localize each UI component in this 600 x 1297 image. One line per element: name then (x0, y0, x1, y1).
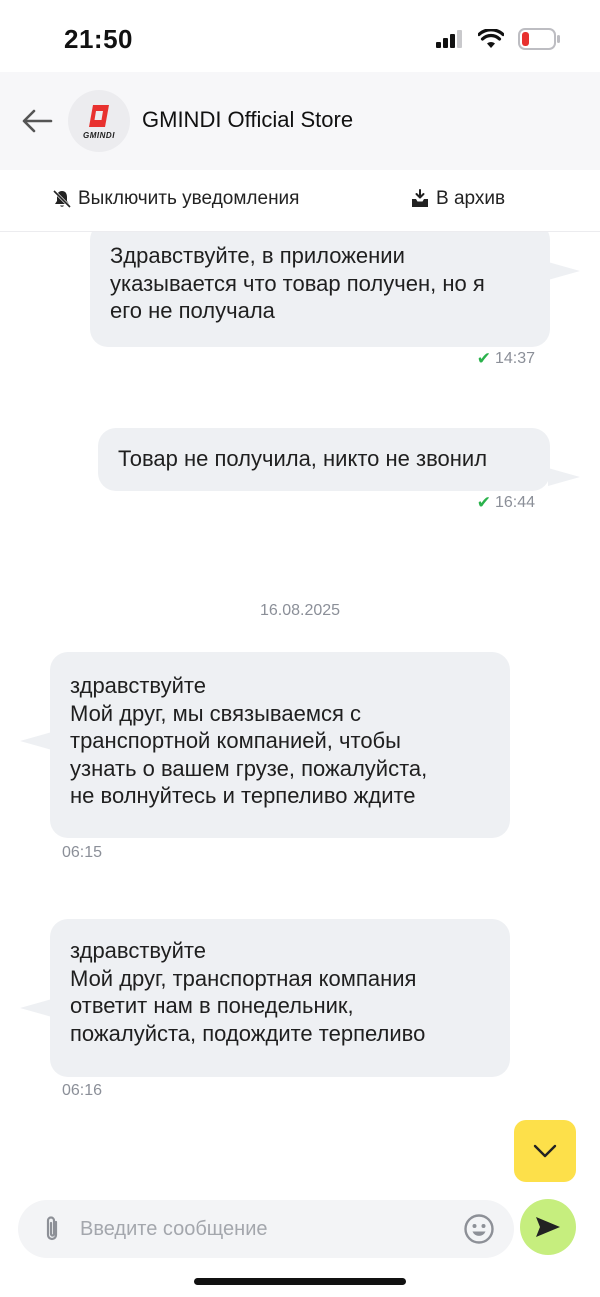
archive-label: В архив (436, 188, 506, 209)
message-bubble-incoming[interactable]: здравствуйте Мой друг, транспортная комп… (20, 919, 510, 1077)
mute-notifications-label: Выключить уведомления (78, 188, 300, 209)
chat-header: GMINDI GMINDI Official Store (0, 72, 600, 170)
chat-title[interactable]: GMINDI Official Store (142, 107, 353, 133)
message-text-line: указывается что товар получен, но я (110, 270, 485, 296)
message-text-line: Здравствуйте, в приложении (110, 243, 405, 268)
message-text-line: здравствуйте (70, 673, 206, 698)
scroll-to-bottom-button[interactable] (514, 1120, 576, 1182)
bell-off-icon (52, 189, 72, 209)
date-separator: 16.08.2025 (259, 602, 341, 619)
brand-wordmark: GMINDI (83, 130, 115, 140)
archive-button[interactable]: В архив (410, 188, 505, 210)
message-text-line: здравствуйте (70, 938, 206, 963)
paperclip-icon (46, 1216, 58, 1241)
signal-icon (436, 30, 462, 48)
message-time: 16:44 (494, 494, 535, 511)
message-time: 06:15 (62, 844, 103, 861)
message-text-line: узнать о вашем грузе, пожалуйста, (70, 755, 428, 781)
message-time: 06:16 (62, 1082, 103, 1099)
check-icon: ✔ (476, 493, 491, 512)
message-input[interactable] (80, 1208, 450, 1250)
check-icon: ✔ (476, 349, 491, 368)
message-text-line: не волнуйтесь и терпеливо ждите (70, 783, 416, 808)
message-bubble-outgoing[interactable]: Товар не получила, никто не звонил (98, 428, 580, 491)
message-text-line: транспортной компанией, чтобы (70, 728, 401, 753)
chevron-down-icon (533, 1144, 557, 1158)
chat-actions-bar: Выключить уведомления В архив (0, 170, 600, 232)
message-text-line: его не получала (110, 298, 275, 323)
message-composer (18, 1200, 514, 1258)
attach-button[interactable] (38, 1214, 66, 1244)
mute-notifications-button[interactable]: Выключить уведомления (52, 188, 299, 210)
back-button[interactable] (18, 102, 56, 140)
smiley-icon (464, 1214, 494, 1244)
brand-logo-icon (89, 104, 109, 127)
archive-icon (412, 189, 428, 207)
message-bubble-outgoing[interactable]: Здравствуйте, в приложении указывается ч… (90, 232, 580, 347)
wifi-icon (478, 29, 504, 48)
message-bubble-incoming[interactable]: здравствуйте Мой друг, мы связываемся с … (20, 652, 510, 838)
message-text-line: Мой друг, транспортная компания (70, 965, 417, 991)
emoji-button[interactable] (462, 1212, 496, 1246)
store-avatar[interactable]: GMINDI (68, 90, 130, 152)
message-meta: ✔ 14:37 (477, 349, 535, 369)
status-bar: 21:50 (0, 0, 600, 72)
home-indicator[interactable] (194, 1278, 406, 1285)
message-text-line: ответит нам в понедельник, (70, 993, 354, 1018)
send-icon (536, 1217, 560, 1237)
message-list[interactable]: Здравствуйте, в приложении указывается ч… (0, 232, 600, 1192)
status-icons (436, 28, 560, 50)
arrow-left-icon (22, 109, 53, 133)
message-time: 14:37 (494, 350, 535, 367)
message-text-line: Мой друг, мы связываемся с (70, 700, 361, 726)
battery-low-icon (518, 28, 560, 50)
message-text-line: Товар не получила, никто не звонил (118, 446, 488, 471)
message-meta: 06:16 (62, 1082, 102, 1100)
message-meta: 06:15 (62, 844, 102, 862)
message-text-line: пожалуйста, подождите терпеливо (70, 1020, 426, 1046)
message-meta: ✔ 16:44 (477, 493, 535, 513)
status-time: 21:50 (64, 24, 133, 54)
send-button[interactable] (520, 1199, 576, 1255)
